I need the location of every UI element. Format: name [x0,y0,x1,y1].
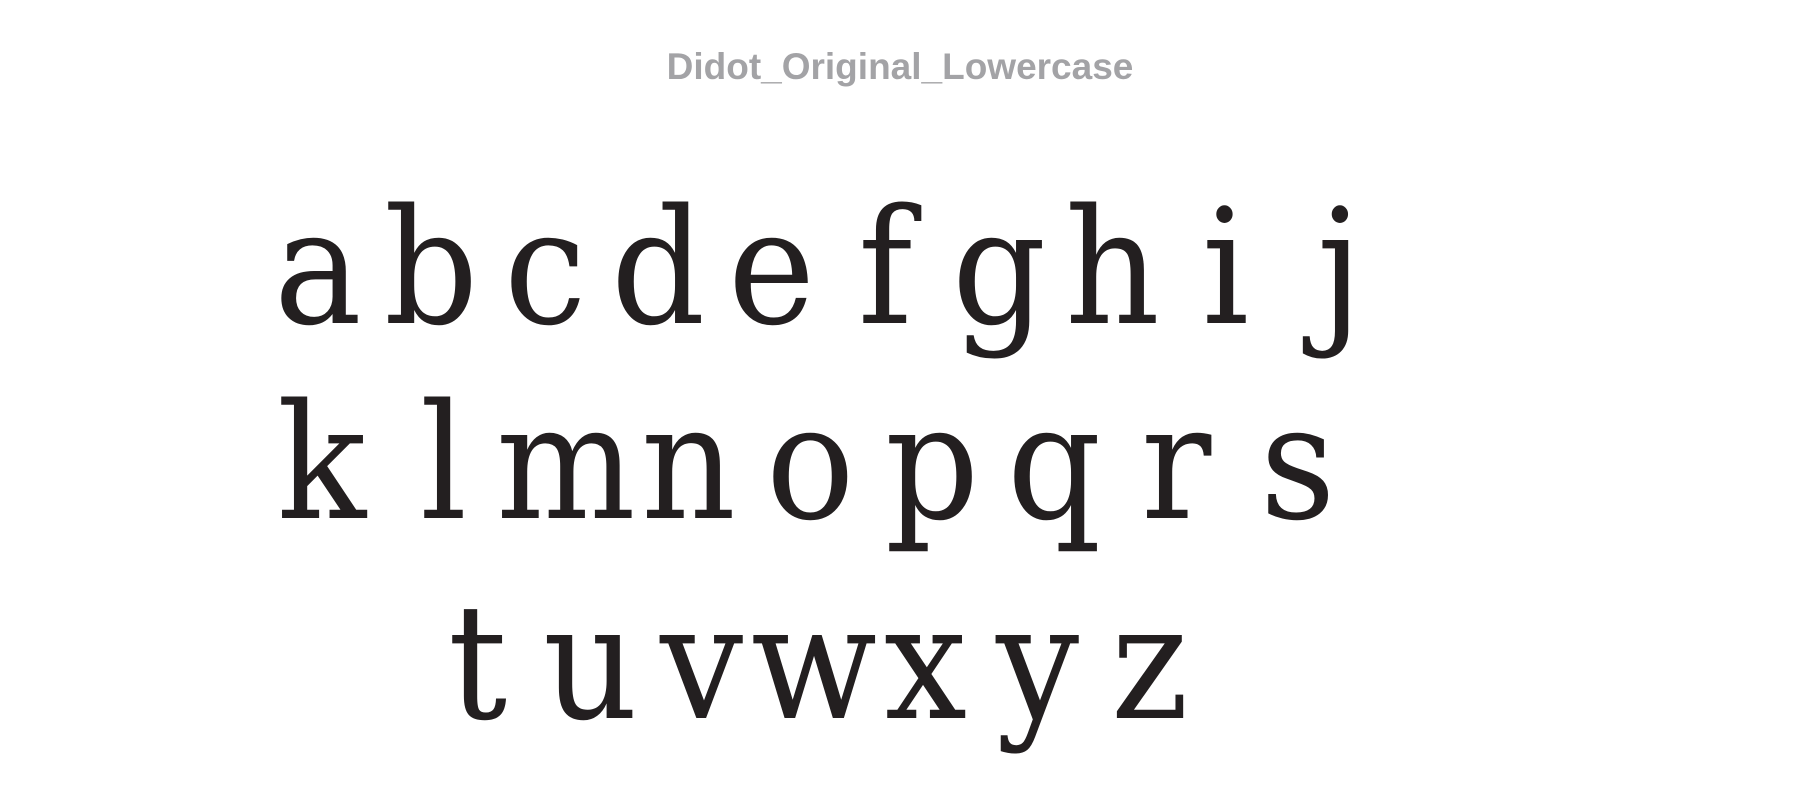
glyph-k: k [277,369,367,557]
glyph-p: p [884,369,980,557]
glyph-v: v [660,569,744,757]
glyph-z: z [1111,569,1189,757]
glyph-q: q [1006,369,1102,557]
glyph-n: n [640,369,736,557]
glyph-l: l [420,369,468,557]
glyph-s: s [1260,369,1336,557]
glyph-o: o [765,369,855,557]
glyph-u: u [542,569,638,757]
glyph-w: w [751,569,877,757]
glyph-t: t [448,569,508,757]
glyph-row-3: t u v w x y z [0,0,1800,743]
font-specimen: Didot_Original_Lowercase a b c d e f g h… [0,0,1800,800]
glyph-y: y [996,569,1080,757]
glyph-x: x [884,569,968,757]
glyph-r: r [1140,369,1212,557]
glyph-m: m [496,369,636,557]
